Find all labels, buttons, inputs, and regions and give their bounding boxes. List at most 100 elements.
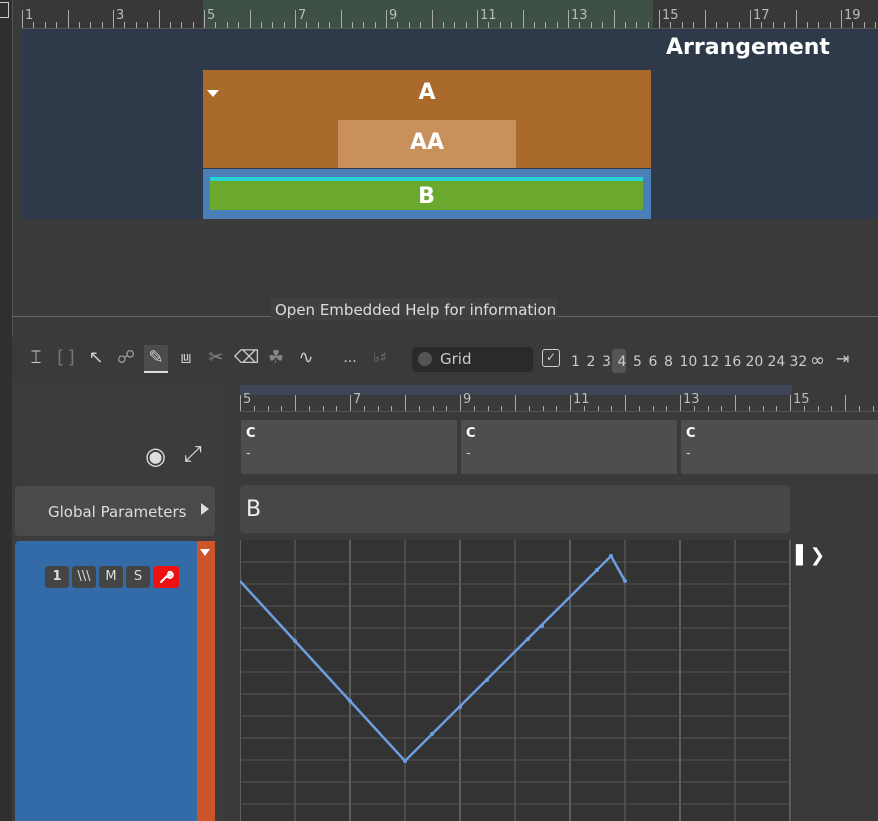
ruler-tick (715, 22, 717, 28)
ruler-tick (226, 22, 228, 28)
automation-point[interactable] (403, 759, 407, 763)
automation-point[interactable] (595, 568, 599, 572)
scissors-tool-icon[interactable]: ✂ (204, 345, 228, 371)
pencil-tool-icon[interactable]: ✎ (144, 345, 168, 373)
global-parameters-row[interactable]: Global Parameters (15, 486, 215, 536)
clip-b-selection[interactable]: B (203, 169, 651, 219)
ruler-tick (568, 10, 569, 28)
clip-a-label: A (418, 80, 436, 105)
solo-button[interactable]: S (126, 566, 150, 588)
clip-header[interactable]: B (240, 485, 790, 533)
chord-block[interactable]: C - (461, 420, 677, 474)
division-16[interactable]: 16 (724, 354, 742, 370)
automation-point[interactable] (458, 705, 462, 709)
automation-point[interactable] (430, 732, 434, 736)
division-1[interactable]: 1 (571, 354, 580, 370)
ruler-tick (22, 10, 23, 28)
curve-tool-icon[interactable]: ∿ (294, 345, 318, 371)
ear-tool-icon[interactable]: ☘ (264, 345, 288, 371)
infinity-icon[interactable]: ∞ (810, 350, 825, 371)
division-32[interactable]: 32 (790, 354, 808, 370)
ruler-tick (647, 22, 649, 28)
ruler-tick (465, 22, 467, 28)
automation-point[interactable] (609, 554, 613, 558)
chord-block[interactable]: C - (681, 420, 878, 474)
bracket-tool-icon[interactable]: [ ] (54, 345, 78, 371)
automation-editor[interactable] (240, 540, 792, 821)
ruler-tick (158, 10, 160, 28)
snap-checkbox[interactable]: ✓ (542, 349, 560, 367)
track-number-button[interactable]: 1 (45, 566, 69, 588)
automation-point[interactable] (348, 699, 352, 703)
ruler-tick (693, 22, 695, 28)
accidental-tool-icon[interactable]: ♭♯ (368, 345, 392, 371)
division-24[interactable]: 24 (768, 354, 786, 370)
division-2[interactable]: 2 (587, 354, 596, 370)
editor-loop-region[interactable] (240, 385, 792, 395)
automation-point[interactable] (526, 637, 530, 641)
ruler-tick (78, 22, 80, 28)
division-20[interactable]: 20 (746, 354, 764, 370)
track-slash-button[interactable]: \\\ (72, 566, 96, 588)
ruler-label: 11 (480, 8, 497, 23)
clip-header-label: B (246, 497, 262, 522)
ruler-tick (522, 10, 524, 28)
ruler-tick (487, 406, 489, 411)
automation-curve[interactable] (240, 553, 627, 763)
ruler-tick (872, 406, 874, 411)
more-tools-icon[interactable]: ... (338, 345, 362, 371)
text-cursor-tool-icon[interactable]: ⌶ (24, 345, 48, 371)
eraser-tool-icon[interactable]: ⌫ (234, 345, 259, 371)
ruler-tick (863, 22, 865, 28)
mute-button[interactable]: M (99, 566, 123, 588)
clip-a[interactable]: A AA (203, 70, 651, 168)
collapse-icon[interactable]: ⇥ (836, 349, 849, 368)
share-tool-icon[interactable]: ☍ (114, 345, 138, 371)
ruler-tick (831, 406, 833, 411)
chord-block[interactable]: C - (241, 420, 457, 474)
automation-point[interactable] (623, 579, 627, 583)
corner-icon[interactable] (0, 2, 9, 18)
ruler-tick (477, 10, 478, 28)
ruler-tick (590, 22, 592, 28)
division-6[interactable]: 6 (649, 354, 658, 370)
division-12[interactable]: 12 (702, 354, 720, 370)
automation-point[interactable] (293, 639, 297, 643)
clip-aa[interactable]: AA (338, 120, 516, 168)
track-collapse-icon[interactable] (200, 549, 210, 556)
grid-toggle[interactable]: Grid (412, 347, 533, 372)
division-5[interactable]: 5 (633, 354, 642, 370)
ruler-tick (329, 22, 331, 28)
ruler-tick (624, 22, 626, 28)
division-10[interactable]: 10 (680, 354, 698, 370)
eye-icon[interactable]: ◉ (145, 442, 175, 470)
ruler-tick (322, 406, 324, 411)
division-3[interactable]: 3 (602, 354, 611, 370)
automation-point[interactable] (485, 678, 489, 682)
ruler-tick (124, 22, 126, 28)
automation-point[interactable] (540, 624, 544, 628)
editor-ruler[interactable]: 5 7 9 11 13 15 (240, 393, 878, 412)
division-4[interactable]: 4 (618, 354, 627, 370)
ruler-tick (215, 22, 217, 28)
ruler-tick (238, 22, 240, 28)
expand-icon[interactable]: ⤢ (184, 442, 210, 468)
ruler-tick (499, 22, 501, 28)
expand-arrow-icon[interactable] (201, 503, 209, 515)
ruler-tick (281, 406, 283, 411)
clip-b[interactable]: B (210, 177, 643, 210)
ruler-tick (90, 22, 92, 28)
ruler-tick (772, 22, 774, 28)
ruler-tick (762, 406, 764, 411)
clip-end-marker-icon[interactable]: ▌❯ (796, 545, 825, 567)
track-color-strip[interactable] (197, 541, 215, 821)
ruler-tick (135, 22, 137, 28)
ruler-tick (795, 10, 797, 28)
freehand-tool-icon[interactable]: ⩏ (174, 345, 198, 371)
ruler-label: 19 (844, 8, 861, 23)
ruler-tick (101, 22, 103, 28)
pointer-tool-icon[interactable]: ↖ (84, 345, 108, 371)
arrangement-ruler[interactable]: 1 3 5 7 9 11 13 15 17 19 (22, 0, 878, 29)
wrench-icon[interactable] (153, 566, 179, 588)
division-8[interactable]: 8 (664, 354, 673, 370)
